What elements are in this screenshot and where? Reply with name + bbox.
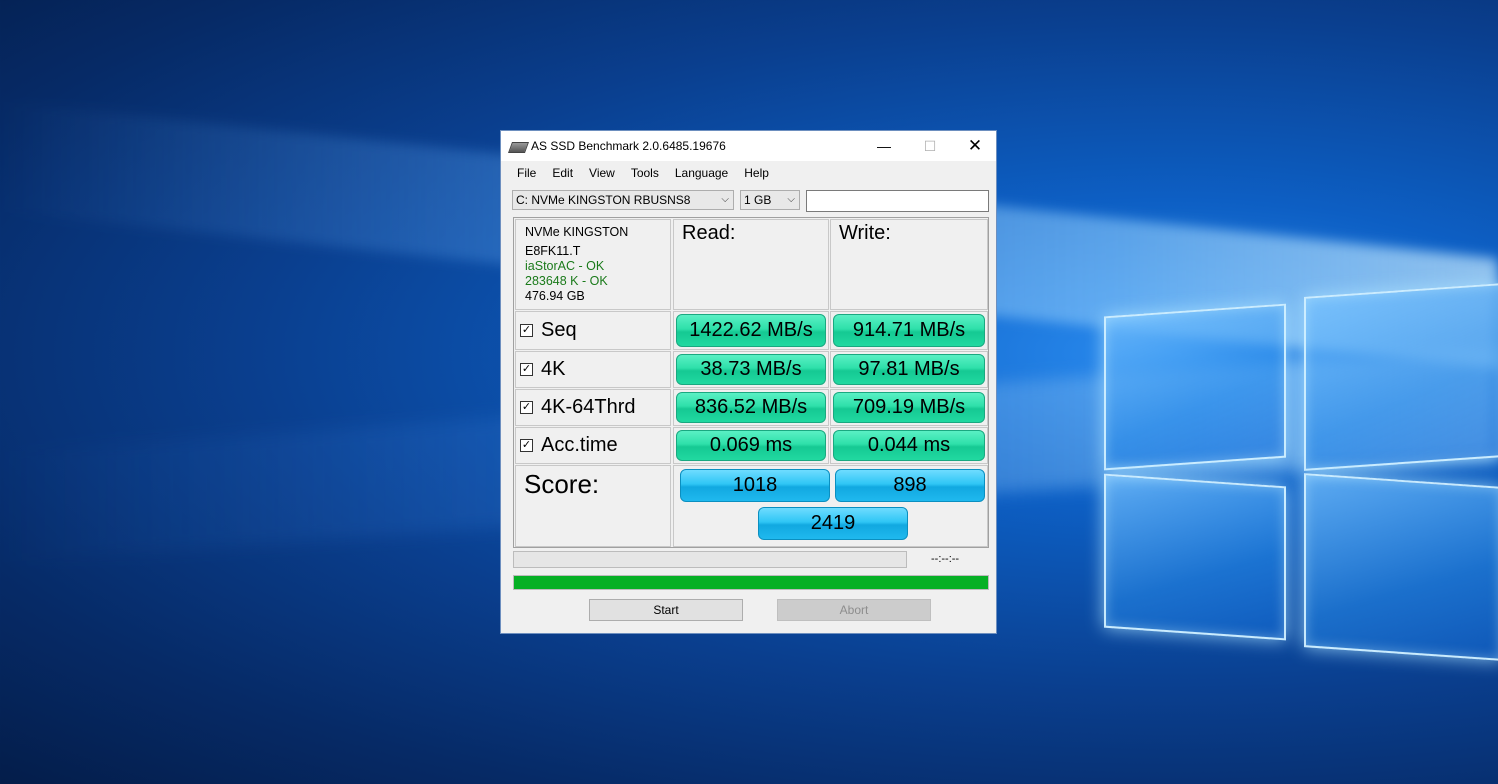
menu-help[interactable]: Help — [736, 166, 777, 180]
score-read: 1018 — [680, 469, 830, 502]
4k-checkbox[interactable]: ✓ — [520, 363, 533, 376]
drive-info-panel: NVMe KINGSTON E8FK11.T iaStorAC - OK 283… — [515, 219, 671, 310]
row-seq: ✓ Seq — [515, 311, 671, 350]
row-4k: ✓ 4K — [515, 351, 671, 388]
row-acc-time: ✓ Acc.time — [515, 427, 671, 464]
seq-checkbox[interactable]: ✓ — [520, 324, 533, 337]
menu-view[interactable]: View — [581, 166, 623, 180]
seq-write-value: 914.71 MB/s — [833, 314, 985, 347]
4k-64thrd-read-value: 836.52 MB/s — [676, 392, 826, 423]
score-total: 2419 — [758, 507, 908, 540]
4k-64thrd-checkbox[interactable]: ✓ — [520, 401, 533, 414]
drive-capacity: 476.94 GB — [525, 289, 585, 303]
close-button[interactable]: ✕ — [952, 131, 998, 161]
write-header: Write: — [830, 219, 988, 310]
acc-time-write-cell: 0.044 ms — [830, 427, 988, 464]
menu-tools[interactable]: Tools — [623, 166, 667, 180]
drive-firmware: E8FK11.T — [525, 244, 581, 258]
drive-select-value: C: NVMe KINGSTON RBUSNS8 — [516, 193, 691, 207]
row-label: 4K — [541, 358, 566, 380]
test-progress-bar — [513, 551, 907, 568]
acc-time-checkbox[interactable]: ✓ — [520, 439, 533, 452]
menu-bar: File Edit View Tools Language Help — [501, 161, 996, 184]
title-bar[interactable]: AS SSD Benchmark 2.0.6485.19676 — ☐ ✕ — [501, 131, 996, 161]
menu-file[interactable]: File — [509, 166, 544, 180]
seq-read-cell: 1422.62 MB/s — [673, 311, 829, 350]
4k-64thrd-write-cell: 709.19 MB/s — [830, 389, 988, 426]
4k-write-value: 97.81 MB/s — [833, 354, 985, 385]
start-button[interactable]: Start — [589, 599, 743, 621]
seq-write-cell: 914.71 MB/s — [830, 311, 988, 350]
test-size-value: 1 GB — [744, 193, 772, 207]
drive-select[interactable]: C: NVMe KINGSTON RBUSNS8 ⌵ — [512, 190, 734, 210]
acc-time-read-value: 0.069 ms — [676, 430, 826, 461]
score-label: Score: — [515, 465, 671, 547]
4k-64thrd-read-cell: 836.52 MB/s — [673, 389, 829, 426]
maximize-button[interactable]: ☐ — [907, 131, 953, 161]
acc-time-write-value: 0.044 ms — [833, 430, 985, 461]
as-ssd-window: AS SSD Benchmark 2.0.6485.19676 — ☐ ✕ Fi… — [500, 130, 997, 634]
4k-read-cell: 38.73 MB/s — [673, 351, 829, 388]
results-grid: NVMe KINGSTON E8FK11.T iaStorAC - OK 283… — [513, 217, 989, 548]
menu-language[interactable]: Language — [667, 166, 736, 180]
chevron-down-icon: ⌵ — [787, 194, 795, 205]
score-write: 898 — [835, 469, 985, 502]
alignment-status: 283648 K - OK — [525, 274, 608, 288]
row-label: 4K-64Thrd — [541, 396, 636, 418]
4k-read-value: 38.73 MB/s — [676, 354, 826, 385]
overall-progress-bar — [513, 575, 989, 590]
acc-time-read-cell: 0.069 ms — [673, 427, 829, 464]
toolbar: C: NVMe KINGSTON RBUSNS8 ⌵ 1 GB ⌵ — [501, 184, 996, 214]
windows-logo-wallpaper — [1100, 280, 1498, 661]
row-label: Acc.time — [541, 434, 618, 456]
row-4k-64thrd: ✓ 4K-64Thrd — [515, 389, 671, 426]
menu-edit[interactable]: Edit — [544, 166, 581, 180]
minimize-button[interactable]: — — [861, 131, 907, 161]
overall-progress-fill — [514, 576, 988, 589]
test-size-select[interactable]: 1 GB ⌵ — [740, 190, 800, 210]
row-label: Seq — [541, 319, 577, 341]
ssd-drive-icon — [510, 140, 526, 152]
window-title: AS SSD Benchmark 2.0.6485.19676 — [531, 139, 726, 153]
chevron-down-icon: ⌵ — [721, 194, 729, 205]
abort-button[interactable]: Abort — [777, 599, 931, 621]
drive-model: NVMe KINGSTON — [525, 225, 629, 239]
4k-64thrd-write-value: 709.19 MB/s — [833, 392, 985, 423]
4k-write-cell: 97.81 MB/s — [830, 351, 988, 388]
seq-read-value: 1422.62 MB/s — [676, 314, 826, 347]
result-textbox[interactable] — [806, 190, 989, 212]
driver-status: iaStorAC - OK — [525, 259, 605, 273]
elapsed-timer: --:--:-- — [931, 553, 960, 565]
score-area: 1018 898 2419 — [673, 465, 988, 547]
read-header: Read: — [673, 219, 829, 310]
